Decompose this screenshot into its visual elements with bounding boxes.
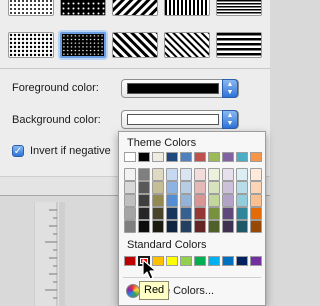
color-wheel-icon[interactable]	[126, 284, 140, 298]
theme-shade-swatch[interactable]	[152, 168, 164, 181]
theme-shade-swatch[interactable]	[180, 168, 192, 181]
theme-shade-swatch[interactable]	[208, 181, 220, 194]
pattern-dots-medium[interactable]	[60, 0, 106, 16]
foreground-color-swatch	[127, 83, 219, 94]
standard-color-swatch[interactable]	[194, 256, 206, 266]
theme-shade-swatch[interactable]	[208, 220, 220, 233]
foreground-color-dropdown[interactable]: ▲ ▼	[121, 79, 239, 98]
standard-color-swatch[interactable]	[250, 256, 262, 266]
theme-shade-swatch[interactable]	[166, 220, 178, 233]
theme-shade-swatch[interactable]	[250, 220, 262, 233]
theme-shade-swatch[interactable]	[250, 194, 262, 207]
dropdown-arrow-icon[interactable]: ▲ ▼	[222, 79, 238, 98]
invert-checkbox[interactable]: ✓	[12, 145, 24, 157]
theme-shade-swatch[interactable]	[222, 168, 234, 181]
theme-shade-swatch[interactable]	[236, 194, 248, 207]
pattern-diagonal-thin[interactable]	[164, 32, 210, 58]
theme-shade-swatch[interactable]	[222, 207, 234, 220]
theme-shade-swatch[interactable]	[236, 181, 248, 194]
theme-color-swatch[interactable]	[180, 152, 192, 162]
theme-shade-swatch[interactable]	[166, 168, 178, 181]
standard-color-swatch[interactable]	[124, 256, 136, 266]
theme-shade-swatch[interactable]	[222, 194, 234, 207]
theme-shade-swatch[interactable]	[236, 168, 248, 181]
theme-shade-swatch[interactable]	[124, 181, 136, 194]
dropdown-arrow-icon[interactable]: ▲ ▼	[222, 110, 238, 129]
pattern-dots-large[interactable]	[8, 32, 54, 58]
background-color-swatch	[127, 114, 219, 125]
theme-color-swatch[interactable]	[194, 152, 206, 162]
theme-shade-swatch[interactable]	[180, 181, 192, 194]
theme-shade-swatch[interactable]	[194, 181, 206, 194]
theme-shade-swatch[interactable]	[138, 220, 150, 233]
pattern-dots-dense[interactable]	[60, 32, 106, 58]
pattern-grid	[8, 0, 270, 64]
background-color-label: Background color:	[12, 114, 101, 126]
pattern-horizontal-wide[interactable]	[216, 32, 262, 58]
theme-shade-swatch[interactable]	[138, 207, 150, 220]
separator	[0, 68, 270, 69]
theme-shade-swatch[interactable]	[124, 207, 136, 220]
theme-color-swatch[interactable]	[250, 152, 262, 162]
theme-shade-swatch[interactable]	[138, 194, 150, 207]
theme-shade-swatch[interactable]	[166, 181, 178, 194]
theme-shade-swatch[interactable]	[138, 168, 150, 181]
theme-shade-swatch[interactable]	[138, 181, 150, 194]
pattern-diagonal-thick[interactable]	[112, 32, 158, 58]
mouse-pointer-icon	[142, 259, 157, 280]
theme-shade-swatch[interactable]	[124, 168, 136, 181]
standard-color-swatch[interactable]	[166, 256, 178, 266]
theme-shade-swatch[interactable]	[152, 194, 164, 207]
theme-color-swatch[interactable]	[166, 152, 178, 162]
ruler	[34, 202, 65, 306]
theme-shade-swatch[interactable]	[124, 194, 136, 207]
theme-shade-swatch[interactable]	[222, 220, 234, 233]
pattern-vertical-lines[interactable]	[164, 0, 210, 16]
theme-shade-swatch[interactable]	[180, 194, 192, 207]
pattern-horizontal-lines[interactable]	[216, 0, 262, 16]
theme-shade-swatch[interactable]	[180, 207, 192, 220]
theme-shade-swatch[interactable]	[250, 207, 262, 220]
theme-color-swatch[interactable]	[124, 152, 136, 162]
theme-shade-swatch[interactable]	[194, 220, 206, 233]
pattern-dots-small[interactable]	[8, 0, 54, 16]
theme-shade-swatch[interactable]	[236, 207, 248, 220]
standard-color-swatch[interactable]	[222, 256, 234, 266]
theme-shade-swatch[interactable]	[152, 181, 164, 194]
theme-shade-swatch[interactable]	[166, 207, 178, 220]
theme-shade-swatch[interactable]	[250, 181, 262, 194]
standard-color-swatch[interactable]	[236, 256, 248, 266]
theme-color-swatch[interactable]	[222, 152, 234, 162]
foreground-color-label: Foreground color:	[12, 82, 99, 94]
theme-shade-swatch[interactable]	[152, 207, 164, 220]
color-tooltip: Red	[139, 281, 170, 300]
theme-shade-swatch[interactable]	[194, 194, 206, 207]
theme-shade-swatch[interactable]	[124, 220, 136, 233]
theme-color-swatch[interactable]	[138, 152, 150, 162]
theme-shade-swatch[interactable]	[208, 194, 220, 207]
theme-shade-swatch[interactable]	[166, 194, 178, 207]
theme-shade-swatch[interactable]	[250, 168, 262, 181]
theme-shade-swatch[interactable]	[152, 220, 164, 233]
theme-shade-swatch[interactable]	[236, 220, 248, 233]
standard-colors-title: Standard Colors	[127, 239, 207, 251]
theme-colors-title: Theme Colors	[127, 137, 197, 149]
invert-label: Invert if negative	[30, 145, 111, 157]
background-color-dropdown[interactable]: ▲ ▼	[121, 110, 239, 129]
theme-shade-swatch[interactable]	[194, 207, 206, 220]
standard-color-swatch[interactable]	[208, 256, 220, 266]
theme-color-swatch[interactable]	[208, 152, 220, 162]
theme-shade-swatch[interactable]	[194, 168, 206, 181]
theme-shade-swatch[interactable]	[208, 207, 220, 220]
standard-color-swatch[interactable]	[180, 256, 192, 266]
theme-shade-swatch[interactable]	[208, 168, 220, 181]
color-picker-popup: Theme Colors Standard Colors More Colors…	[118, 131, 266, 306]
theme-color-swatch[interactable]	[236, 152, 248, 162]
theme-color-swatch[interactable]	[152, 152, 164, 162]
theme-shade-swatch[interactable]	[180, 220, 192, 233]
theme-shade-swatch[interactable]	[222, 181, 234, 194]
pattern-diagonal-wide[interactable]	[112, 0, 158, 16]
